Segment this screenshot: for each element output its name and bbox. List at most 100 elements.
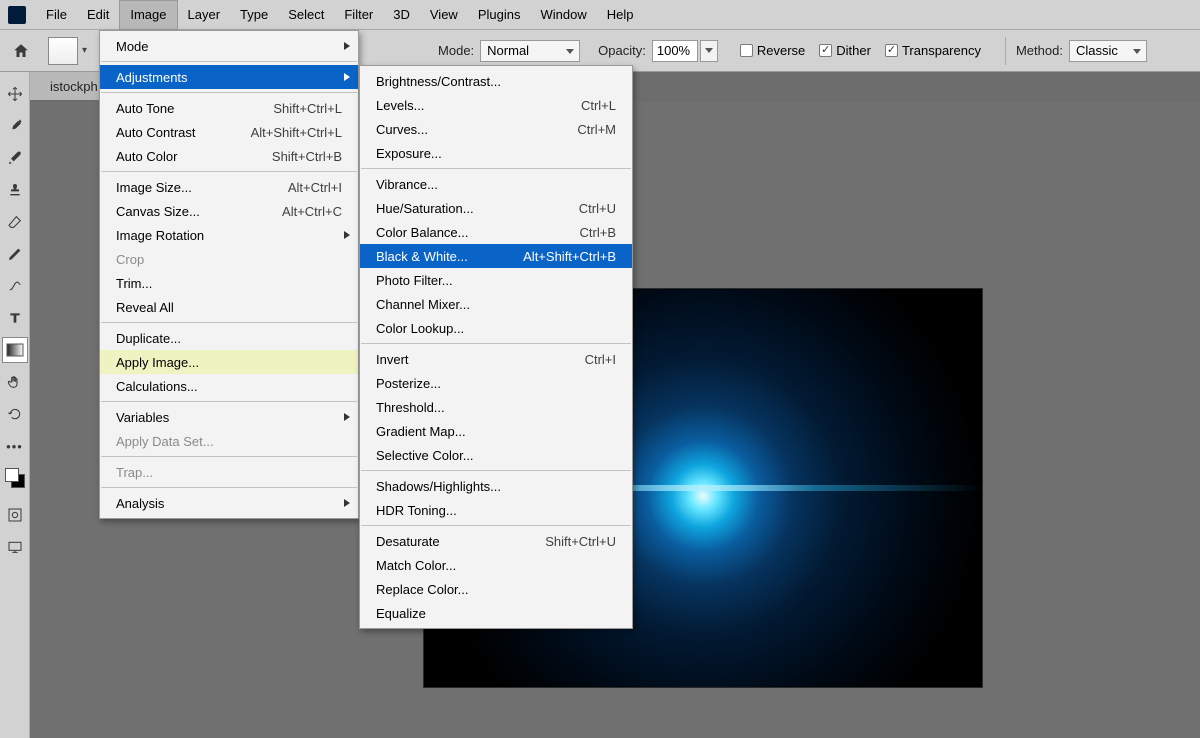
home-icon: [12, 42, 30, 60]
dots-tool[interactable]: •••: [2, 433, 28, 459]
menu-file[interactable]: File: [36, 0, 77, 30]
image-menu-item[interactable]: Auto ToneShift+Ctrl+L: [100, 96, 358, 120]
adjust-menu-item[interactable]: Channel Mixer...: [360, 292, 632, 316]
menu-item-label: Desaturate: [376, 534, 515, 549]
menu-item-label: Adjustments: [116, 70, 342, 85]
adjust-menu-item[interactable]: Levels...Ctrl+L: [360, 93, 632, 117]
dither-checkbox[interactable]: Dither: [819, 43, 871, 58]
brush-tool[interactable]: [2, 145, 28, 171]
image-menu-item[interactable]: Variables: [100, 405, 358, 429]
adjust-menu-item[interactable]: Color Lookup...: [360, 316, 632, 340]
adjust-menu-item[interactable]: Hue/Saturation...Ctrl+U: [360, 196, 632, 220]
mode-select[interactable]: Normal: [480, 40, 580, 62]
menu-3d[interactable]: 3D: [383, 0, 420, 30]
menu-item-shortcut: Shift+Ctrl+U: [545, 534, 616, 549]
screenmode-tool[interactable]: [2, 534, 28, 560]
brush-icon: [7, 150, 23, 166]
image-menu-item[interactable]: Reveal All: [100, 295, 358, 319]
app-icon: [8, 6, 26, 24]
menu-edit[interactable]: Edit: [77, 0, 119, 30]
opacity-stepper[interactable]: [700, 40, 718, 62]
eyedropper-tool[interactable]: [2, 113, 28, 139]
image-menu-item[interactable]: Mode: [100, 34, 358, 58]
menu-item-label: Image Rotation: [116, 228, 342, 243]
menu-item-label: Trim...: [116, 276, 342, 291]
adjust-menu-item[interactable]: Replace Color...: [360, 577, 632, 601]
adjust-menu-item[interactable]: Exposure...: [360, 141, 632, 165]
color-swatches[interactable]: [5, 468, 25, 488]
menu-item-shortcut: Alt+Ctrl+C: [282, 204, 342, 219]
eraser-tool[interactable]: [2, 209, 28, 235]
menu-plugins[interactable]: Plugins: [468, 0, 531, 30]
menu-view[interactable]: View: [420, 0, 468, 30]
submenu-arrow-icon: [344, 231, 350, 239]
adjust-menu-item[interactable]: Selective Color...: [360, 443, 632, 467]
method-select[interactable]: Classic: [1069, 40, 1147, 62]
stamp-icon: [7, 182, 23, 198]
adjust-menu-item[interactable]: Color Balance...Ctrl+B: [360, 220, 632, 244]
adjust-menu-item[interactable]: Shadows/Highlights...: [360, 474, 632, 498]
pen-tool[interactable]: [2, 241, 28, 267]
image-menu-item[interactable]: Analysis: [100, 491, 358, 515]
gradient-tool[interactable]: [2, 337, 28, 363]
menu-filter[interactable]: Filter: [334, 0, 383, 30]
menu-layer[interactable]: Layer: [178, 0, 231, 30]
path-tool[interactable]: [2, 273, 28, 299]
adjust-menu-item[interactable]: Photo Filter...: [360, 268, 632, 292]
method-label: Method:: [1016, 43, 1063, 58]
menu-item-label: Brightness/Contrast...: [376, 74, 616, 89]
adjust-menu-item[interactable]: Threshold...: [360, 395, 632, 419]
menu-separator: [361, 168, 631, 169]
transparency-checkbox[interactable]: Transparency: [885, 43, 981, 58]
opacity-label: Opacity:: [598, 43, 646, 58]
image-menu-item[interactable]: Adjustments: [100, 65, 358, 89]
hand-tool[interactable]: [2, 369, 28, 395]
move-tool[interactable]: [2, 81, 28, 107]
adjust-menu-item[interactable]: Match Color...: [360, 553, 632, 577]
adjust-menu-item[interactable]: Brightness/Contrast...: [360, 69, 632, 93]
adjust-menu-item[interactable]: InvertCtrl+I: [360, 347, 632, 371]
image-menu-item[interactable]: Canvas Size...Alt+Ctrl+C: [100, 199, 358, 223]
adjust-menu-item[interactable]: HDR Toning...: [360, 498, 632, 522]
quickmask-tool[interactable]: [2, 502, 28, 528]
image-menu-item[interactable]: Auto ColorShift+Ctrl+B: [100, 144, 358, 168]
adjust-menu-item[interactable]: Gradient Map...: [360, 419, 632, 443]
image-menu-item[interactable]: Image Rotation: [100, 223, 358, 247]
menu-window[interactable]: Window: [530, 0, 596, 30]
adjust-menu-item[interactable]: Curves...Ctrl+M: [360, 117, 632, 141]
menu-item-label: Equalize: [376, 606, 616, 621]
image-menu-item[interactable]: Apply Image...: [100, 350, 358, 374]
menu-item-label: Color Lookup...: [376, 321, 616, 336]
mode-label: Mode:: [438, 43, 474, 58]
opacity-input[interactable]: 100%: [652, 40, 698, 62]
adjust-menu-item[interactable]: Equalize: [360, 601, 632, 625]
image-menu-item[interactable]: Trim...: [100, 271, 358, 295]
chevron-down-icon[interactable]: ▾: [82, 45, 87, 56]
stamp-tool[interactable]: [2, 177, 28, 203]
rotate-tool[interactable]: [2, 401, 28, 427]
menu-separator: [101, 401, 357, 402]
menu-image[interactable]: Image: [119, 0, 177, 30]
gradient-swatch[interactable]: [48, 37, 78, 65]
image-menu-item[interactable]: Image Size...Alt+Ctrl+I: [100, 175, 358, 199]
image-menu-item[interactable]: Calculations...: [100, 374, 358, 398]
transparency-label: Transparency: [902, 43, 981, 58]
adjust-menu-item[interactable]: Posterize...: [360, 371, 632, 395]
checkbox-icon: [740, 44, 753, 57]
adjust-menu-item[interactable]: Desaturate Shift+Ctrl+U: [360, 529, 632, 553]
screen-icon: [7, 539, 23, 555]
pen-icon: [7, 246, 23, 262]
menu-type[interactable]: Type: [230, 0, 278, 30]
menu-item-label: Replace Color...: [376, 582, 616, 597]
image-menu-item[interactable]: Duplicate...: [100, 326, 358, 350]
submenu-arrow-icon: [344, 42, 350, 50]
home-button[interactable]: [6, 36, 36, 66]
menu-item-label: Crop: [116, 252, 342, 267]
adjust-menu-item[interactable]: Black & White...Alt+Shift+Ctrl+B: [360, 244, 632, 268]
type-tool[interactable]: [2, 305, 28, 331]
reverse-checkbox[interactable]: Reverse: [740, 43, 805, 58]
menu-help[interactable]: Help: [597, 0, 644, 30]
image-menu-item[interactable]: Auto ContrastAlt+Shift+Ctrl+L: [100, 120, 358, 144]
menu-select[interactable]: Select: [278, 0, 334, 30]
adjust-menu-item[interactable]: Vibrance...: [360, 172, 632, 196]
